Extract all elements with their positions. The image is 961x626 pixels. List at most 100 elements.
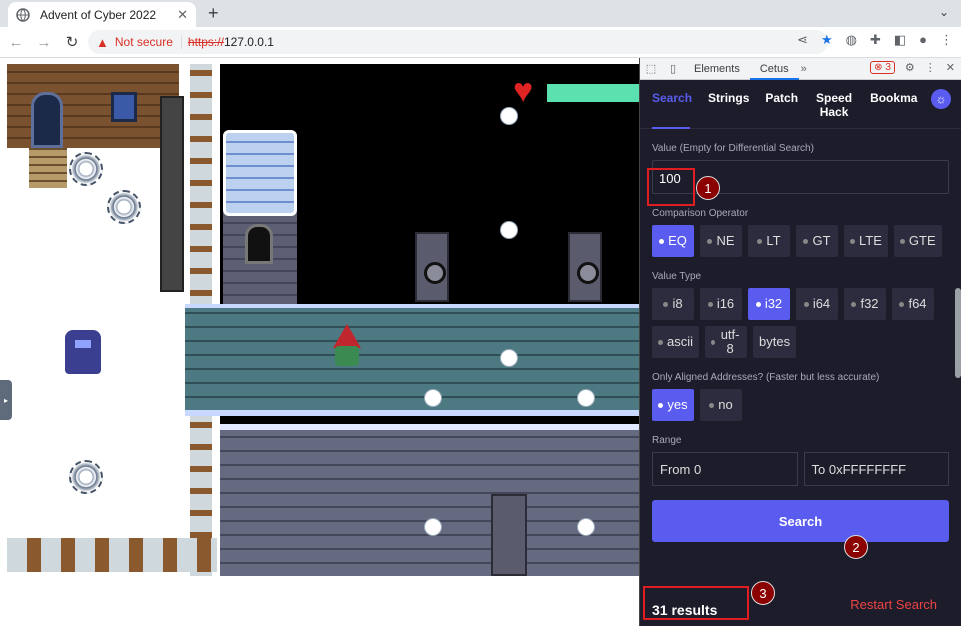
kebab-menu-icon[interactable]: ⋮ bbox=[940, 32, 953, 48]
value-label: Value (Empty for Differential Search) bbox=[652, 143, 814, 154]
range-label: Range bbox=[652, 435, 682, 446]
close-icon[interactable]: ✕ bbox=[946, 61, 955, 74]
stone-pole bbox=[160, 96, 184, 292]
tab-search[interactable]: Search bbox=[652, 91, 692, 105]
operator-eq[interactable]: EQ bbox=[652, 225, 694, 257]
bookmark-star-icon[interactable]: ★ bbox=[821, 32, 833, 48]
cetus-nav: Search Strings Patch Speed Hack Bookma ☼ bbox=[640, 81, 961, 129]
search-button[interactable]: Search bbox=[652, 500, 949, 542]
type-utf8[interactable]: utf-8 bbox=[705, 326, 748, 358]
cabin-window bbox=[111, 92, 137, 122]
new-tab-button[interactable]: + bbox=[208, 3, 219, 24]
cabin-door bbox=[31, 92, 63, 148]
tower-doorway bbox=[245, 224, 273, 264]
callout-number-3: 3 bbox=[751, 581, 775, 605]
devtools-scrollbar[interactable] bbox=[955, 288, 961, 378]
callout-number-2: 2 bbox=[844, 535, 868, 559]
cetus-panel: Search Strings Patch Speed Hack Bookma ☼… bbox=[640, 81, 961, 626]
tab-strings[interactable]: Strings bbox=[708, 91, 749, 105]
devtools-actions: ⊗ 3 ⚙ ⋮ ✕ bbox=[870, 61, 955, 74]
share-icon[interactable]: ⋖ bbox=[797, 32, 808, 48]
aligned-group: yes no bbox=[652, 389, 949, 421]
callout-number-1: 1 bbox=[696, 176, 720, 200]
theme-toggle-icon[interactable]: ☼ bbox=[931, 89, 951, 109]
aligned-yes[interactable]: yes bbox=[652, 389, 694, 421]
forward-arrow-icon[interactable]: → bbox=[32, 34, 56, 51]
operator-group: EQ NE LT GT LTE GTE bbox=[652, 225, 949, 257]
snow-pile bbox=[69, 152, 103, 186]
extension-globe-icon[interactable]: ◍ bbox=[846, 32, 857, 48]
active-tab-underline bbox=[652, 127, 690, 129]
type-bytes[interactable]: bytes bbox=[753, 326, 797, 358]
snow-pile bbox=[107, 190, 141, 224]
game-canvas[interactable]: ♥ bbox=[7, 64, 639, 576]
wizard-hat bbox=[333, 324, 361, 348]
type-i8[interactable]: i8 bbox=[652, 288, 694, 320]
range-from-input[interactable]: From 0 bbox=[652, 452, 798, 486]
castle-wall bbox=[220, 424, 639, 576]
speaker-pillar bbox=[568, 232, 602, 302]
snow-pile bbox=[69, 460, 103, 494]
imp-enemy bbox=[65, 330, 101, 374]
snowball bbox=[578, 519, 594, 535]
reload-icon[interactable]: ↻ bbox=[60, 33, 84, 51]
device-toggle-icon[interactable]: ▯ bbox=[662, 62, 684, 75]
type-f64[interactable]: f64 bbox=[892, 288, 934, 320]
tab-close-icon[interactable]: ✕ bbox=[177, 7, 188, 23]
snowball bbox=[578, 390, 594, 406]
type-i16[interactable]: i16 bbox=[700, 288, 742, 320]
range-fields: From 0 To 0xFFFFFFFF bbox=[652, 452, 949, 486]
browser-tab[interactable]: Advent of Cyber 2022 ✕ bbox=[8, 2, 196, 27]
snowy-fence-horizontal bbox=[7, 538, 217, 572]
back-arrow-icon[interactable]: ← bbox=[4, 34, 28, 51]
divider bbox=[180, 35, 182, 49]
tab-title: Advent of Cyber 2022 bbox=[40, 7, 157, 22]
operator-gte[interactable]: GTE bbox=[893, 225, 942, 257]
wizard-body bbox=[335, 346, 359, 366]
tab-cetus[interactable]: Cetus bbox=[749, 58, 799, 80]
devtools-tab-bar: ⬚ ▯ Elements Cetus » ⊗ 3 ⚙ ⋮ ✕ bbox=[640, 58, 961, 80]
range-to-input[interactable]: To 0xFFFFFFFF bbox=[803, 452, 949, 486]
toolbar-actions: ⋖ ★ ◍ ✚ ◧ ● ⋮ bbox=[797, 32, 953, 48]
restart-search-link[interactable]: Restart Search bbox=[850, 597, 937, 612]
type-i64[interactable]: i64 bbox=[796, 288, 838, 320]
heart-health-icon: ♥ bbox=[513, 72, 534, 110]
health-bar bbox=[547, 84, 639, 102]
url-scheme: https:// bbox=[187, 35, 224, 49]
operator-lte[interactable]: LTE bbox=[844, 225, 888, 257]
devtools-panel: ⬚ ▯ Elements Cetus » ⊗ 3 ⚙ ⋮ ✕ Search St… bbox=[639, 58, 961, 626]
address-bar[interactable]: ▲ Not secure https:// 127.0.0.1 bbox=[88, 30, 828, 54]
inspect-cursor-icon[interactable]: ⬚ bbox=[640, 62, 662, 75]
type-i32[interactable]: i32 bbox=[748, 288, 790, 320]
url-host: 127.0.0.1 bbox=[223, 35, 274, 49]
snowball bbox=[501, 222, 517, 238]
operator-ne[interactable]: NE bbox=[700, 225, 742, 257]
tab-patch[interactable]: Patch bbox=[765, 91, 798, 105]
aligned-label: Only Aligned Addresses? (Faster but less… bbox=[652, 372, 880, 383]
chevron-down-icon[interactable]: ⌄ bbox=[939, 5, 949, 19]
snowball bbox=[501, 350, 517, 366]
profile-icon[interactable]: ● bbox=[919, 32, 927, 48]
type-f32[interactable]: f32 bbox=[844, 288, 886, 320]
comparison-label: Comparison Operator bbox=[652, 208, 749, 219]
snowball bbox=[501, 108, 517, 124]
side-panel-icon[interactable]: ◧ bbox=[894, 32, 906, 48]
aligned-no[interactable]: no bbox=[700, 389, 742, 421]
player-wizard bbox=[329, 324, 365, 368]
wooden-steps bbox=[29, 148, 67, 188]
tab-bookmarks[interactable]: Bookma bbox=[870, 91, 917, 105]
side-handle-arrow-icon[interactable]: ▸ bbox=[0, 380, 12, 420]
more-tabs-button[interactable]: » bbox=[801, 63, 807, 75]
error-count-badge[interactable]: ⊗ 3 bbox=[870, 61, 895, 74]
gear-icon[interactable]: ⚙ bbox=[905, 61, 915, 74]
tab-elements[interactable]: Elements bbox=[684, 58, 750, 80]
kebab-menu-icon[interactable]: ⋮ bbox=[925, 61, 936, 74]
operator-gt[interactable]: GT bbox=[796, 225, 838, 257]
callout-box-value bbox=[647, 168, 695, 206]
value-type-group: i8 i16 i32 i64 f32 f64 ascii utf-8 bytes bbox=[652, 288, 949, 358]
globe-icon bbox=[16, 7, 30, 22]
tab-speed-hack[interactable]: Speed Hack bbox=[814, 91, 854, 119]
operator-lt[interactable]: LT bbox=[748, 225, 790, 257]
type-ascii[interactable]: ascii bbox=[652, 326, 700, 358]
puzzle-extensions-icon[interactable]: ✚ bbox=[870, 32, 881, 48]
